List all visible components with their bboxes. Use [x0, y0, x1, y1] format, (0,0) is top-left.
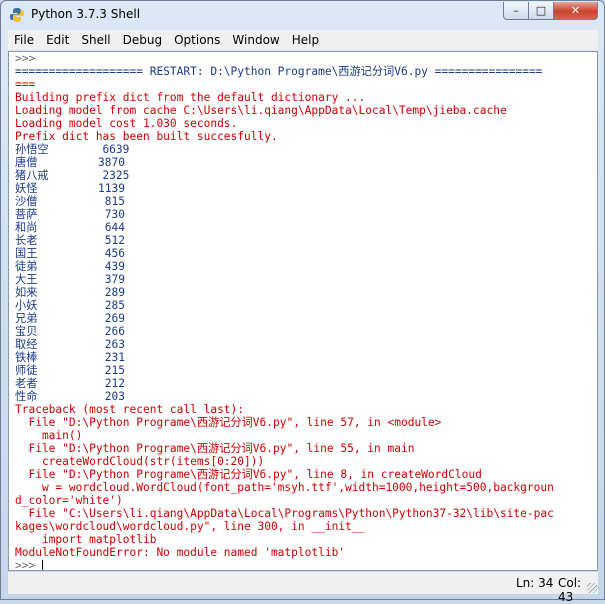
shell-output-line: =================== RESTART: D:\Python P…	[15, 65, 543, 78]
shell-output-line: 小妖 285	[15, 299, 125, 312]
shell-output-line: 徒弟 439	[15, 260, 125, 273]
shell-output-line: 和尚 644	[15, 221, 125, 234]
shell-stderr-line: Building prefix dict from the default di…	[15, 91, 366, 104]
shell-output-line: 铁棒 231	[15, 351, 125, 364]
shell-output-line: 取经 263	[15, 338, 125, 351]
shell-stderr-line: File "D:\Python Programe\西游记分词V6.py", li…	[15, 468, 482, 481]
menu-options[interactable]: Options	[168, 30, 226, 50]
shell-stderr-line: createWordCloud(str(items[0:20]))	[15, 455, 265, 468]
menu-debug[interactable]: Debug	[117, 30, 168, 50]
title-bar[interactable]: Python 3.7.3 Shell – □ ✕	[1, 1, 604, 29]
shell-output-line: 师徒 215	[15, 364, 125, 377]
menu-window[interactable]: Window	[226, 30, 285, 50]
shell-output-line: 如来 289	[15, 286, 125, 299]
shell-output-line: 大王 379	[15, 273, 125, 286]
text-cursor	[41, 560, 43, 570]
shell-output-line: 宝贝 266	[15, 325, 125, 338]
shell-output-line: 妖怪 1139	[15, 182, 125, 195]
menu-shell[interactable]: Shell	[75, 30, 116, 50]
shell-output-line: 猪八戒 2325	[15, 169, 130, 182]
shell-stderr-line: Traceback (most recent call last):	[15, 403, 245, 416]
shell-output-line: 长老 512	[15, 234, 125, 247]
shell-prompt-line: >>>	[15, 52, 36, 65]
shell-stderr-line: import matplotlib	[15, 533, 157, 546]
shell-stderr-line: kages\wordcloud\wordcloud.py", line 300,…	[15, 520, 366, 533]
shell-stderr-line: w = wordcloud.WordCloud(font_path='msyh.…	[15, 481, 554, 494]
shell-output-line: 孙悟空 6639	[15, 143, 130, 156]
resize-grip-icon[interactable]	[587, 583, 597, 593]
shell-stderr-line: main()	[15, 429, 83, 442]
menu-help[interactable]: Help	[286, 30, 325, 50]
shell-output-line: 兄弟 269	[15, 312, 125, 325]
status-line-number: Ln: 34	[516, 576, 554, 590]
shell-stderr-line: d_color='white')	[15, 494, 123, 507]
shell-output-line: 性命 203	[15, 390, 125, 403]
window-controls: – □ ✕	[503, 2, 598, 20]
shell-stderr-line: ===	[15, 78, 36, 91]
shell-stderr-line: ModuleNotFoundError: No module named 'ma…	[15, 546, 346, 559]
shell-stderr-line: File "D:\Python Programe\西游记分词V6.py", li…	[15, 442, 415, 455]
shell-output-line: 唐僧 3870	[15, 156, 125, 169]
python-logo-icon	[10, 8, 24, 22]
close-button[interactable]: ✕	[554, 2, 598, 20]
shell-output-line: 老者 212	[15, 377, 125, 390]
status-bar: Ln: 34 Col: 43	[8, 572, 598, 604]
shell-stderr-line: Loading model from cache C:\Users\li.qia…	[15, 104, 507, 117]
shell-text-area[interactable]: >>> =================== RESTART: D:\Pytho…	[8, 51, 598, 571]
shell-stderr-line: Loading model cost 1.030 seconds.	[15, 117, 238, 130]
shell-prompt-line: >>>	[15, 559, 554, 570]
shell-output-line: 菩萨 730	[15, 208, 125, 221]
menu-file[interactable]: File	[8, 30, 40, 50]
menu-edit[interactable]: Edit	[40, 30, 75, 50]
shell-output: >>> =================== RESTART: D:\Pytho…	[15, 52, 554, 570]
shell-output-line: 沙僧 815	[15, 195, 125, 208]
window-title: Python 3.7.3 Shell	[31, 7, 141, 21]
minimize-button[interactable]: –	[503, 2, 529, 20]
shell-output-line: 国王 456	[15, 247, 125, 260]
shell-stderr-line: File "D:\Python Programe\西游记分词V6.py", li…	[15, 416, 442, 429]
shell-stderr-line: Prefix dict has been built succesfully.	[15, 130, 278, 143]
shell-stderr-line: File "C:\Users\li.qiang\AppData\Local\Pr…	[15, 507, 554, 520]
maximize-button[interactable]: □	[529, 2, 554, 20]
idle-shell-window: Python 3.7.3 Shell – □ ✕ File Edit Shell…	[0, 0, 605, 604]
menu-bar: File Edit Shell Debug Options Window Hel…	[8, 30, 598, 50]
